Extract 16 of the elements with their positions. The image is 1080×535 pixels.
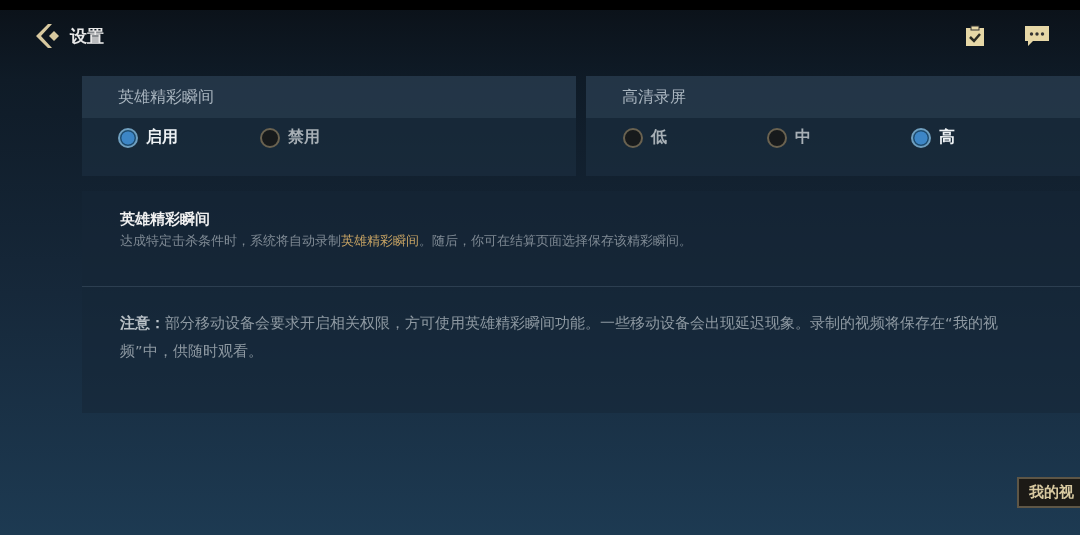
chat-icon	[1024, 24, 1050, 48]
page-title: 设置	[70, 24, 104, 48]
radio-option[interactable]: 禁用	[260, 127, 402, 148]
chat-button[interactable]	[1024, 24, 1050, 48]
radio-option[interactable]: 高	[911, 127, 1055, 148]
radio-option[interactable]: 中	[767, 127, 911, 148]
group-title: 高清录屏	[622, 86, 686, 108]
note-text: 注意：部分移动设备会要求开启相关权限，方可使用英雄精彩瞬间功能。一些移动设备会出现延迟现象。录制的视频将保存在“我的视频”中，供随时观看。	[119, 313, 999, 361]
my-videos-button[interactable]: 我的视	[1017, 477, 1080, 508]
task-button[interactable]	[964, 25, 986, 47]
description-text: 达成特定击杀条件时，系统将自动录制英雄精彩瞬间。随后，你可在结算页面选择保存该精彩瞬间。	[120, 233, 693, 250]
radio-option[interactable]: 启用	[118, 127, 260, 148]
clipboard-check-icon	[964, 25, 986, 47]
section-title: 英雄精彩瞬间	[120, 210, 211, 229]
radio-option[interactable]: 低	[623, 127, 767, 148]
group-title: 英雄精彩瞬间	[118, 86, 214, 108]
